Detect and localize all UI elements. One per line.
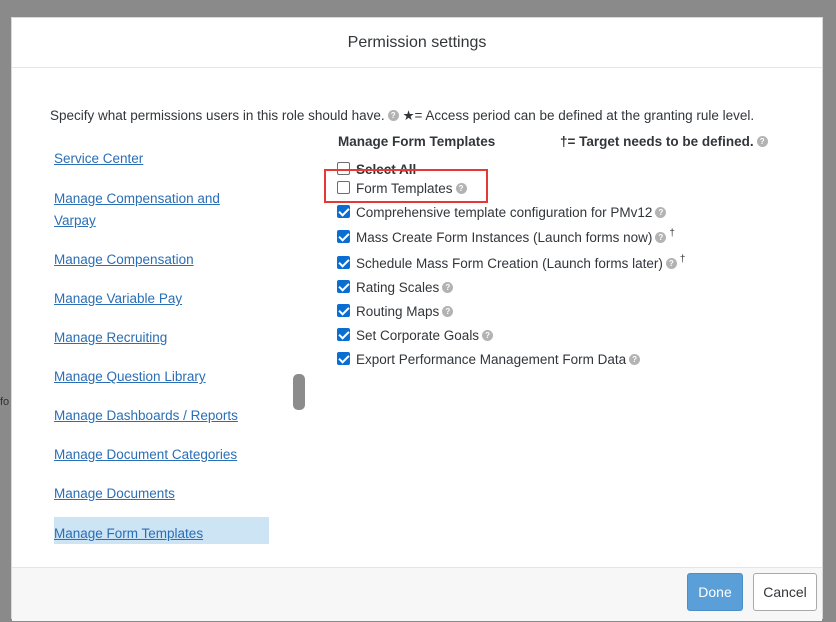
- permission-export-pm-form-data[interactable]: Export Performance Management Form Data?: [337, 350, 641, 370]
- done-button[interactable]: Done: [687, 573, 743, 611]
- dialog-footer: Done Cancel: [12, 567, 822, 621]
- nav-item-manage-question-library[interactable]: Manage Question Library: [54, 366, 254, 388]
- permission-label: Schedule Mass Form Creation (Launch form…: [356, 256, 663, 271]
- help-icon[interactable]: ?: [655, 231, 667, 243]
- target-note: †= Target needs to be defined.?: [560, 134, 768, 149]
- permission-label: Comprehensive template configuration for…: [356, 205, 653, 220]
- permission-mass-create-form-instances[interactable]: Mass Create Form Instances (Launch forms…: [337, 228, 675, 248]
- nav-item-manage-dashboards-reports[interactable]: Manage Dashboards / Reports: [54, 405, 254, 427]
- help-icon[interactable]: ?: [756, 135, 768, 147]
- help-icon[interactable]: ?: [387, 109, 399, 121]
- help-icon[interactable]: ?: [629, 353, 641, 365]
- permission-routing-maps[interactable]: Routing Maps?: [337, 302, 454, 322]
- nav-item-manage-recruiting[interactable]: Manage Recruiting: [54, 327, 254, 349]
- checked-checkbox[interactable]: [337, 327, 350, 341]
- permission-label: Rating Scales: [356, 280, 440, 295]
- help-icon[interactable]: ?: [482, 329, 494, 341]
- intro-text: Specify what permissions users in this r…: [50, 108, 754, 124]
- permission-rating-scales[interactable]: Rating Scales?: [337, 278, 454, 298]
- checked-checkbox[interactable]: [337, 204, 350, 218]
- permission-label: Routing Maps: [356, 304, 440, 319]
- checked-checkbox[interactable]: [337, 351, 350, 365]
- nav-item-manage-document-categories[interactable]: Manage Document Categories: [54, 444, 254, 466]
- checked-checkbox[interactable]: [337, 255, 350, 269]
- cancel-button[interactable]: Cancel: [753, 573, 817, 611]
- nav-item-service-center[interactable]: Service Center: [54, 148, 254, 170]
- checked-checkbox[interactable]: [337, 279, 350, 293]
- nav-item-manage-compensation[interactable]: Manage Compensation: [54, 249, 254, 271]
- help-icon[interactable]: ?: [442, 305, 454, 317]
- permission-schedule-mass-form-creation[interactable]: Schedule Mass Form Creation (Launch form…: [337, 254, 685, 274]
- nav-item-manage-variable-pay[interactable]: Manage Variable Pay: [54, 288, 254, 310]
- permission-label: Mass Create Form Instances (Launch forms…: [356, 230, 653, 245]
- nav-item-manage-form-templates[interactable]: Manage Form Templates: [54, 517, 269, 544]
- dialog-title: Permission settings: [12, 18, 822, 68]
- intro-description: Specify what permissions users in this r…: [50, 108, 385, 123]
- background-text: fo: [0, 396, 10, 408]
- highlight-box: [324, 169, 488, 203]
- section-title: Manage Form Templates: [338, 134, 496, 149]
- permission-set-corporate-goals[interactable]: Set Corporate Goals?: [337, 326, 494, 346]
- nav-item-manage-documents[interactable]: Manage Documents: [54, 483, 254, 505]
- nav-item-manage-compensation-varpay[interactable]: Manage Compensation and Varpay: [54, 188, 229, 232]
- target-marker: †: [669, 228, 675, 239]
- checked-checkbox[interactable]: [337, 229, 350, 243]
- nav-scrollbar-thumb[interactable]: [293, 374, 305, 410]
- help-icon[interactable]: ?: [442, 281, 454, 293]
- help-icon[interactable]: ?: [665, 257, 677, 269]
- permission-label: Set Corporate Goals: [356, 328, 480, 343]
- help-icon[interactable]: ?: [655, 206, 667, 218]
- permission-settings-dialog: Permission settings Specify what permiss…: [11, 17, 823, 621]
- checked-checkbox[interactable]: [337, 303, 350, 317]
- access-period-note: ★= Access period can be defined at the g…: [402, 108, 755, 123]
- permission-comprehensive-template-config[interactable]: Comprehensive template configuration for…: [337, 203, 667, 223]
- permission-label: Export Performance Management Form Data: [356, 352, 627, 367]
- target-marker: †: [679, 254, 686, 265]
- target-note-text: †= Target needs to be defined.: [560, 134, 754, 149]
